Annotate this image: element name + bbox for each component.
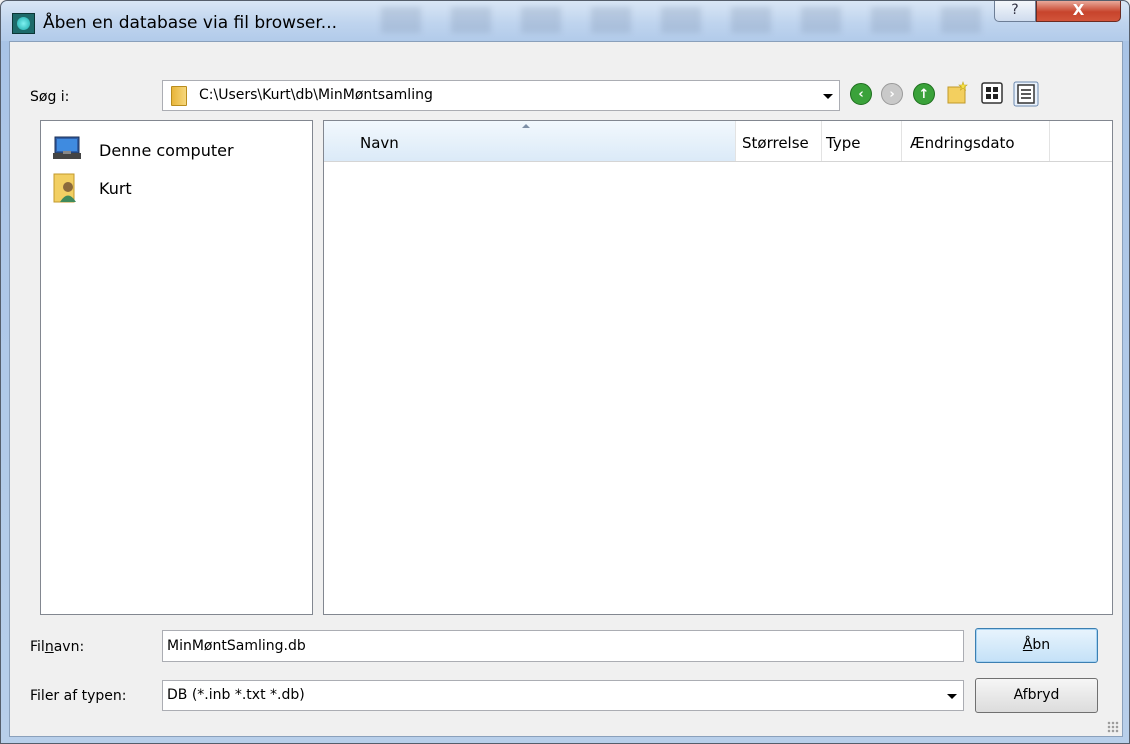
close-button[interactable]: X [1036, 1, 1121, 22]
place-label: Kurt [99, 179, 132, 198]
filename-label: Filnavn: [30, 639, 84, 655]
window-title: Åben en database via fil browser... [43, 13, 338, 33]
column-header-modified[interactable]: Ændringsdato [902, 121, 1050, 161]
back-arrow-icon[interactable]: ‹ [850, 83, 872, 105]
title-bar[interactable]: Åben en database via fil browser... ? X [1, 1, 1129, 41]
lookin-combobox[interactable]: C:\Users\Kurt\db\MinMøntsamling [162, 80, 840, 111]
file-list[interactable]: Navn Størrelse Type Ændringsdato [323, 120, 1113, 615]
computer-icon [51, 133, 83, 163]
folder-icon [171, 86, 187, 106]
chevron-down-icon[interactable] [823, 93, 833, 99]
filetype-value: DB (*.inb *.txt *.db) [167, 687, 305, 703]
details-view-icon[interactable] [1013, 81, 1039, 107]
up-arrow-icon[interactable]: ↑ [913, 83, 935, 105]
lookin-path: C:\Users\Kurt\db\MinMøntsamling [199, 87, 433, 103]
resize-grip-icon[interactable] [1107, 721, 1119, 733]
open-button-label: bn [1032, 637, 1051, 653]
places-pane[interactable]: Denne computer Kurt [40, 120, 313, 615]
filename-input[interactable]: MinMøntSamling.db [162, 630, 964, 662]
user-folder-icon [51, 171, 83, 203]
filetype-label: Filer af typen: [30, 688, 127, 704]
filename-label-accel: n [44, 639, 54, 655]
open-button-accel: Å [1022, 637, 1033, 653]
forward-arrow-icon[interactable]: › [881, 83, 903, 105]
lookin-label: Søg i: [30, 89, 70, 105]
file-list-header: Navn Størrelse Type Ændringsdato [324, 121, 1112, 162]
sort-ascending-icon [522, 124, 530, 128]
dialog-window: Åben en database via fil browser... ? X … [0, 0, 1130, 744]
filetype-combobox[interactable]: DB (*.inb *.txt *.db) [162, 680, 964, 711]
cancel-button[interactable]: Afbryd [975, 678, 1098, 713]
app-icon [12, 13, 35, 34]
help-button[interactable]: ? [994, 1, 1036, 22]
place-label: Denne computer [99, 141, 234, 160]
column-label: Navn [360, 134, 399, 152]
dialog-client-area: Søg i: C:\Users\Kurt\db\MinMøntsamling ‹… [9, 41, 1123, 737]
filename-label-text: avn: [53, 639, 85, 655]
new-folder-icon[interactable] [946, 81, 970, 105]
filename-label-text: Fil [30, 639, 45, 655]
column-label: Størrelse [742, 134, 809, 152]
chevron-down-icon[interactable] [947, 693, 957, 699]
column-label: Ændringsdato [910, 134, 1015, 152]
open-button[interactable]: Åbn [975, 628, 1098, 663]
column-header-type[interactable]: Type [822, 121, 902, 161]
list-view-icon[interactable] [980, 81, 1004, 105]
column-header-size[interactable]: Størrelse [736, 121, 822, 161]
background-blur [381, 7, 1001, 33]
column-label: Type [826, 134, 861, 152]
column-header-name[interactable]: Navn [324, 121, 736, 161]
